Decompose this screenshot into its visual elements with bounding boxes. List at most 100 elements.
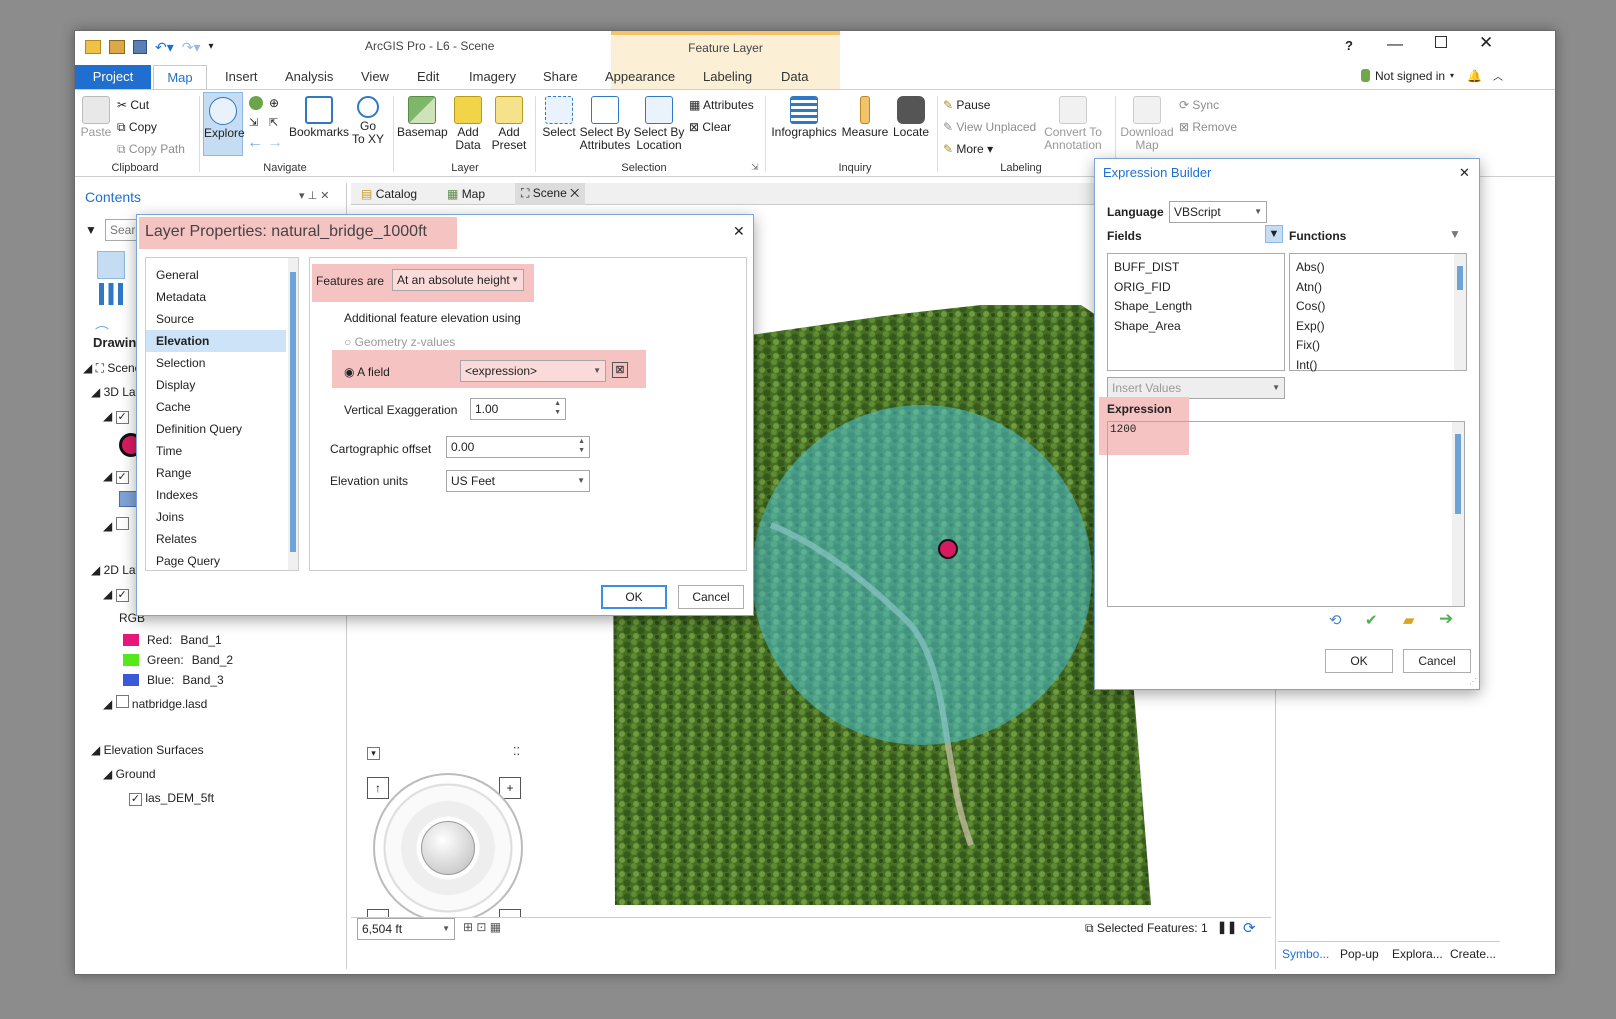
nav-general[interactable]: General	[146, 264, 286, 286]
cut-button[interactable]: ✂ Cut	[117, 98, 149, 112]
close-tab-icon[interactable]: ✕	[570, 186, 579, 200]
tree-las-dem[interactable]: ✓ las_DEM_5ft	[129, 791, 214, 806]
tab-view[interactable]: View	[351, 65, 399, 89]
expression-editor[interactable]: 1200	[1107, 421, 1465, 607]
language-combo[interactable]: VBScript ▼	[1169, 201, 1267, 223]
list-by-charts-icon[interactable]	[99, 283, 123, 305]
close-dialog-button[interactable]: ✕	[733, 223, 745, 240]
tab-insert[interactable]: Insert	[215, 65, 268, 89]
expression-scroll-thumb[interactable]	[1455, 434, 1461, 514]
expression-cancel-button[interactable]: Cancel	[1403, 649, 1471, 673]
layer-visibility-checkbox[interactable]	[115, 517, 129, 530]
tree-raster-layer[interactable]: ◢ ✓	[103, 587, 129, 602]
nav-definition-query[interactable]: Definition Query	[146, 418, 286, 440]
zoom-in-fixed-icon[interactable]: ⇲	[249, 116, 258, 129]
expression-text[interactable]: 1200	[1110, 424, 1136, 436]
expand-navigator-icon[interactable]: ▾	[367, 745, 380, 760]
layer-visibility-checkbox[interactable]	[115, 695, 129, 708]
full-extent-icon[interactable]	[249, 96, 263, 110]
tab-popup[interactable]: Pop-up	[1340, 947, 1379, 961]
account-status[interactable]: Not signed in ▾ 🔔 ︿	[1361, 68, 1503, 83]
selection-options-icon[interactable]: ⇲	[751, 162, 759, 173]
list-by-drawing-order-icon[interactable]	[97, 251, 125, 279]
add-data-button[interactable]: Add Data	[449, 96, 487, 152]
clear-selection-button[interactable]: ⊠ Clear	[689, 120, 731, 134]
remove-button[interactable]: ⊠ Remove	[1179, 120, 1237, 134]
functions-scrollbar[interactable]	[1454, 254, 1466, 370]
close-window-button[interactable]: ✕	[1479, 33, 1493, 53]
verify-expression-icon[interactable]: ✔	[1365, 611, 1378, 629]
select-by-location-button[interactable]: Select By Location	[633, 96, 685, 152]
expression-builder-button[interactable]: ⊠	[612, 362, 628, 378]
tree-ground[interactable]: ◢ Ground	[103, 767, 156, 781]
tilt-up-button[interactable]: ↑	[367, 777, 389, 799]
layer-visibility-checkbox[interactable]: ✓	[129, 793, 142, 806]
customize-qat-icon[interactable]: ▾	[209, 40, 214, 54]
nav-indexes[interactable]: Indexes	[146, 484, 286, 506]
tab-edit[interactable]: Edit	[407, 65, 449, 89]
filter-icon[interactable]: ▼	[85, 223, 97, 237]
selected-features[interactable]: ⧉ Selected Features: 1	[1085, 921, 1208, 936]
copy-path-button[interactable]: ⧉ Copy Path	[117, 142, 185, 157]
nav-relates[interactable]: Relates	[146, 528, 286, 550]
nav-elevation[interactable]: Elevation	[146, 330, 286, 352]
view-unplaced-button[interactable]: ✎ View Unplaced	[943, 120, 1036, 134]
close-expression-builder-button[interactable]: ✕	[1459, 165, 1470, 181]
tree-natbridge[interactable]: ◢ natbridge.lasd	[103, 695, 207, 711]
fields-filter-icon[interactable]: ▼	[1265, 225, 1283, 243]
nav-joins[interactable]: Joins	[146, 506, 286, 528]
function-item[interactable]: Cos()	[1296, 297, 1325, 317]
sync-button[interactable]: ⟳ Sync	[1179, 98, 1219, 112]
more-labeling-button[interactable]: ✎ More ▾	[943, 142, 993, 156]
field-item[interactable]: ORIG_FID	[1114, 278, 1192, 298]
layer-props-ok-button[interactable]: OK	[601, 585, 667, 609]
go-to-xy-button[interactable]: Go To XY	[351, 96, 385, 146]
nav-scroll-thumb[interactable]	[290, 272, 296, 552]
nav-source[interactable]: Source	[146, 308, 286, 330]
zoom-out-fixed-icon[interactable]: ⇱	[269, 116, 278, 129]
pane-options-icon[interactable]: ▾ ⊥ ✕	[299, 189, 329, 202]
nav-time[interactable]: Time	[146, 440, 286, 462]
refresh-icon[interactable]: ⟳	[1243, 919, 1256, 937]
tab-imagery[interactable]: Imagery	[459, 65, 526, 89]
redo-icon[interactable]: ↷▾	[182, 40, 201, 54]
a-field-option[interactable]: ◉ A field	[344, 365, 390, 379]
new-project-icon[interactable]	[85, 40, 101, 54]
undo-expression-icon[interactable]: ⟲	[1329, 611, 1342, 629]
undo-icon[interactable]: ↶▾	[155, 40, 174, 54]
tree-elevation-surfaces[interactable]: ◢ Elevation Surfaces	[91, 743, 204, 757]
resize-grip-icon[interactable]: ⋰	[1469, 677, 1477, 686]
tab-scene-view[interactable]: ⛶ Scene ✕	[515, 183, 586, 205]
apply-expression-icon[interactable]: ➔	[1439, 609, 1453, 629]
bookmarks-button[interactable]: Bookmarks	[289, 96, 349, 139]
help-button[interactable]: ?	[1345, 38, 1353, 53]
tab-explore[interactable]: Explora...	[1392, 947, 1443, 961]
layer-props-cancel-button[interactable]: Cancel	[678, 585, 744, 609]
download-map-button[interactable]: Download Map	[1119, 96, 1175, 152]
maximize-button[interactable]	[1435, 36, 1447, 48]
field-item[interactable]: Shape_Length	[1114, 297, 1192, 317]
select-button[interactable]: Select	[539, 96, 579, 139]
insert-values-combo[interactable]: Insert Values ▼	[1107, 377, 1285, 399]
paste-button[interactable]: Paste	[79, 96, 113, 139]
vertical-exaggeration-input[interactable]: 1.00 ▲ ▼	[470, 398, 566, 420]
expression-ok-button[interactable]: OK	[1325, 649, 1393, 673]
nav-display[interactable]: Display	[146, 374, 286, 396]
add-preset-button[interactable]: Add Preset	[489, 96, 529, 152]
open-expression-icon[interactable]: ▰	[1403, 611, 1415, 629]
tree-scene[interactable]: ◢ ⛶ Scene	[83, 361, 141, 376]
elevation-units-combo[interactable]: US Feet ▼	[446, 470, 590, 492]
layer-visibility-checkbox[interactable]: ✓	[115, 471, 129, 484]
basemap-button[interactable]: Basemap	[397, 96, 448, 139]
nav-cache[interactable]: Cache	[146, 396, 286, 418]
tab-analysis[interactable]: Analysis	[275, 65, 343, 89]
select-by-attributes-button[interactable]: Select By Attributes	[579, 96, 631, 152]
expression-scrollbar[interactable]	[1452, 422, 1464, 606]
function-item[interactable]: Atn()	[1296, 278, 1325, 298]
pause-drawing-icon[interactable]: ❚❚	[1217, 920, 1237, 934]
attributes-button[interactable]: ▦ Attributes	[689, 98, 754, 112]
tab-labeling[interactable]: Labeling	[693, 65, 762, 89]
convert-to-annotation-button[interactable]: Convert To Annotation	[1041, 96, 1105, 152]
tab-map[interactable]: Map	[153, 65, 207, 89]
functions-scroll-thumb[interactable]	[1457, 266, 1463, 290]
